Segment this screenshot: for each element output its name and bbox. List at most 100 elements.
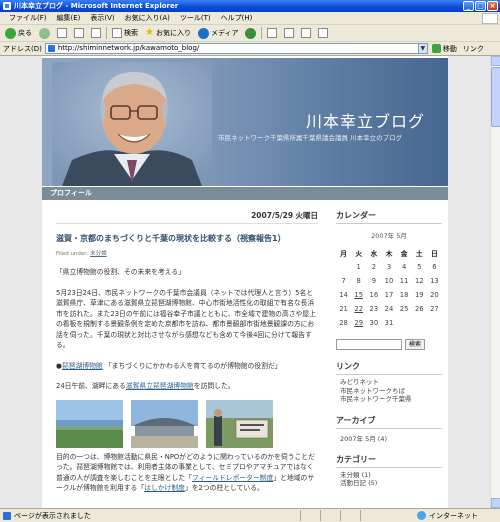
calendar-day: 5: [417, 263, 422, 271]
calendar-day: 25: [399, 305, 409, 313]
print-icon: [284, 28, 295, 38]
lake-photo[interactable]: [56, 399, 123, 448]
mail-icon: [267, 28, 278, 38]
menu-view[interactable]: 表示(V): [85, 13, 119, 23]
post-title[interactable]: 滋賀・京都のまちづくりと千葉の現状を比較する（視察報告1）: [56, 233, 318, 244]
museum-sign-photo[interactable]: [206, 399, 273, 448]
nav-profile-tab[interactable]: プロフィール: [46, 187, 96, 200]
calendar-day: 21: [339, 305, 348, 313]
links-button[interactable]: リンク: [463, 44, 484, 54]
links-heading: リンク: [336, 361, 442, 375]
zone-label: インターネット: [429, 511, 478, 520]
blog-page: 川本幸立ブログ 市民ネットワーク千葉県所属千葉県議会議員 川本幸立のブログ プロ…: [42, 56, 448, 508]
print-button[interactable]: [282, 26, 296, 40]
windows-logo-icon: [482, 13, 498, 24]
scroll-thumb[interactable]: [491, 67, 500, 127]
links-list: みどりネット 市民ネットワークちば 市民ネットワーク千葉県: [336, 378, 442, 404]
category-item[interactable]: 活動日記 (5): [340, 479, 442, 488]
edit-button[interactable]: [299, 26, 313, 40]
address-input[interactable]: http://shiminnetwork.jp/kawamoto_blog/: [44, 43, 419, 54]
archive-item[interactable]: 2007年 5月 (4): [336, 433, 442, 443]
address-dropdown-button[interactable]: ▼: [417, 43, 428, 54]
category-heading: カテゴリー: [336, 454, 442, 468]
scroll-down-button[interactable]: [491, 498, 500, 508]
menu-tools[interactable]: ツール(T): [175, 13, 216, 23]
post-weekday: 火曜日: [295, 211, 319, 220]
window-titlebar: 川本幸立ブログ - Microsoft Internet Explorer _ …: [0, 0, 500, 12]
calendar-day: 7: [341, 277, 346, 285]
ie-icon: [3, 2, 11, 10]
search-submit-button[interactable]: 検索: [405, 339, 426, 350]
author-portrait: [52, 62, 212, 186]
menu-help[interactable]: ヘルプ(H): [216, 13, 258, 23]
category-item[interactable]: 未分類 (1): [340, 471, 442, 480]
calendar-day: 12: [414, 277, 424, 285]
filed-category-link[interactable]: 未分類: [90, 251, 107, 257]
back-button[interactable]: 戻る: [3, 26, 34, 40]
calendar-day: 10: [384, 277, 394, 285]
mail-button[interactable]: [265, 26, 279, 40]
hashikake-link[interactable]: はしかけ制度: [144, 484, 185, 492]
calendar-day: 26: [414, 305, 424, 313]
menu-edit[interactable]: 編集(E): [52, 13, 86, 23]
link-item[interactable]: 市民ネットワークちば: [340, 387, 442, 396]
link-item[interactable]: みどりネット: [340, 378, 442, 387]
calendar-day: 6: [432, 263, 437, 271]
search-input[interactable]: [336, 339, 402, 350]
forward-button[interactable]: [37, 26, 52, 40]
post-photo-row: [56, 399, 318, 448]
minimize-button[interactable]: _: [463, 1, 474, 11]
stop-button[interactable]: [55, 26, 69, 40]
post-paragraph: ●琵琶湖博物館 「まちづくりにかかわる人を育てるのが博物館の役割だ」: [56, 361, 318, 372]
favorites-button[interactable]: ★ お気に入り: [143, 26, 193, 40]
menu-favorites[interactable]: お気に入り(A): [120, 13, 175, 23]
calendar-day: 18: [399, 291, 409, 299]
discuss-icon: [318, 28, 329, 38]
field-reporter-link[interactable]: フィールドレポーター制度: [192, 474, 273, 482]
calendar-month: 2007年 5月: [371, 232, 407, 240]
refresh-button[interactable]: [72, 26, 86, 40]
home-button[interactable]: [89, 26, 103, 40]
internet-zone-icon: [417, 511, 426, 520]
calendar-day: 17: [384, 291, 394, 299]
blog-title[interactable]: 川本幸立ブログ: [306, 108, 425, 132]
close-button[interactable]: ×: [487, 1, 498, 11]
post-paragraph: 24日午前、湖畔にある滋賀県立琵琶湖博物館を訪問した。: [56, 381, 318, 392]
calendar-day: 20: [430, 291, 439, 299]
calendar-day[interactable]: 29: [351, 316, 366, 330]
back-label: 戻る: [18, 29, 32, 37]
post-date-value: 2007/5/29: [251, 211, 294, 220]
calendar-heading: カレンダー: [336, 210, 442, 224]
page-icon: [47, 45, 55, 52]
blog-navbar: プロフィール: [42, 187, 448, 200]
search-button[interactable]: 検索: [110, 26, 140, 40]
calendar-day[interactable]: 15: [351, 288, 366, 302]
calendar-weekday: 水: [370, 250, 378, 258]
history-button[interactable]: [243, 26, 258, 40]
calendar-day: 11: [399, 277, 409, 285]
calendar-day[interactable]: 22: [351, 302, 366, 316]
media-button[interactable]: メディア: [196, 26, 241, 40]
blog-subtitle: 市民ネットワーク千葉県所属千葉県議会議員 川本幸立のブログ: [218, 134, 403, 142]
calendar-day: [412, 316, 427, 330]
post-column: 2007/5/29 火曜日 滋賀・京都のまちづくりと千葉の現状を比較する（視察報…: [56, 210, 318, 494]
scroll-up-button[interactable]: [491, 56, 500, 66]
filed-label: Filed under:: [56, 251, 89, 257]
link-item[interactable]: 市民ネットワーク千葉県: [340, 395, 442, 404]
vertical-scrollbar[interactable]: [490, 56, 500, 508]
home-icon: [91, 28, 101, 38]
calendar-day: 30: [369, 319, 379, 327]
discuss-button[interactable]: [316, 26, 330, 40]
address-label: アドレス(D): [3, 44, 42, 53]
browser-viewport: 川本幸立ブログ 市民ネットワーク千葉県所属千葉県議会議員 川本幸立のブログ プロ…: [0, 56, 490, 508]
menu-file[interactable]: ファイル(F): [4, 13, 52, 23]
go-button[interactable]: 移動: [431, 44, 457, 54]
go-label: 移動: [442, 44, 457, 53]
post-paragraph: 「県立博物館の役割、その未来を考える」: [56, 268, 185, 276]
museum-building-photo[interactable]: [131, 399, 198, 448]
forward-arrow-icon: [39, 27, 50, 39]
maximize-button[interactable]: □: [475, 1, 486, 11]
archive-heading: アーカイブ: [336, 415, 442, 429]
museum-link[interactable]: 琵琶湖博物館: [62, 362, 103, 370]
shiga-museum-link[interactable]: 滋賀県立琵琶湖博物館: [126, 382, 194, 390]
